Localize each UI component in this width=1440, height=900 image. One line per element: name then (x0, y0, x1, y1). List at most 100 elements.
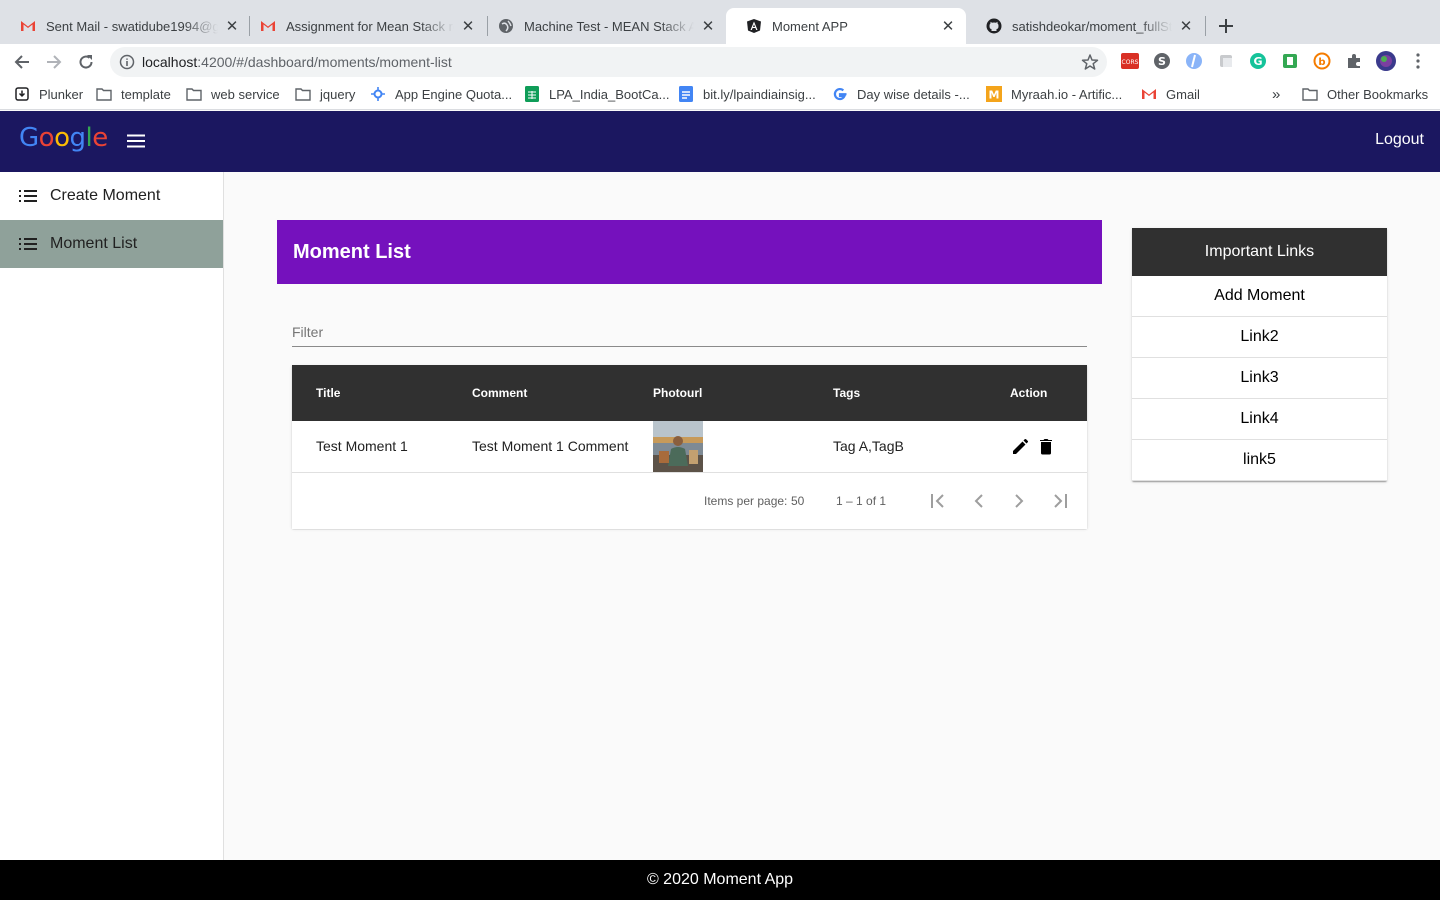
forward-button[interactable] (42, 50, 66, 74)
sheets-icon (524, 86, 540, 102)
items-per-page-label: Items per page: (704, 494, 788, 508)
last-page-icon (1054, 494, 1067, 508)
bookmark-item[interactable]: App Engine Quota... (370, 84, 512, 104)
bookmarks-bar: Plunker template web service jquery App … (0, 78, 1440, 110)
address-bar[interactable]: localhost:4200/#/dashboard/moments/momen… (110, 47, 1107, 77)
new-tab-button[interactable] (1214, 14, 1238, 38)
important-links-card: Important Links Add Moment Link2 Link3 L… (1132, 228, 1387, 481)
angular-icon (746, 18, 762, 34)
close-icon[interactable]: ✕ (700, 18, 716, 35)
column-header-photourl[interactable]: Photourl (653, 386, 702, 400)
extension-icon[interactable] (1185, 52, 1203, 70)
sidebar-item-label: Moment List (50, 235, 138, 252)
google-logo[interactable]: Google (19, 123, 108, 153)
grammarly-icon[interactable]: G (1249, 52, 1267, 70)
kebab-menu-icon[interactable] (1409, 52, 1427, 70)
app-engine-icon (370, 86, 386, 102)
delete-icon[interactable] (1035, 435, 1057, 457)
page-title: Moment List (277, 220, 1102, 284)
items-per-page-select[interactable]: 50 (791, 494, 804, 508)
browser-tab-active[interactable]: Moment APP ✕ (726, 8, 966, 44)
close-icon[interactable]: ✕ (460, 18, 476, 35)
first-page-button[interactable] (927, 489, 951, 513)
google-icon (832, 86, 848, 102)
gmail-icon (20, 18, 36, 34)
sidebar-item-create-moment[interactable]: Create Moment (0, 172, 223, 220)
last-page-button[interactable] (1047, 489, 1071, 513)
docs-icon (678, 86, 694, 102)
svg-text:b: b (1318, 57, 1325, 68)
reload-button[interactable] (74, 50, 98, 74)
bookmark-folder[interactable]: jquery (295, 84, 355, 104)
browser-tab-strip: Sent Mail - swatidube1994@gmail.com ✕ As… (0, 0, 1440, 44)
bookmark-item[interactable]: Day wise details -... (832, 84, 970, 104)
table-row: Test Moment 1 Test Moment 1 Comment Tag … (292, 421, 1087, 473)
folder-icon (1302, 86, 1318, 102)
globe-icon (498, 18, 514, 34)
footer: © 2020 Moment App (0, 860, 1440, 900)
bookmarks-overflow-button[interactable]: » (1272, 84, 1280, 104)
browser-tab[interactable]: Assignment for Mean Stack role ✕ (240, 8, 486, 44)
bookmark-item[interactable]: Plunker (14, 84, 83, 104)
browser-tab[interactable]: satishdeokar/moment_fullStack ✕ (966, 8, 1204, 44)
thumbnail-image (653, 421, 703, 472)
bookmark-item[interactable]: LPA_India_BootCa... (524, 84, 669, 104)
folder-icon (295, 86, 311, 102)
column-header-title[interactable]: Title (316, 386, 340, 400)
edit-icon[interactable] (1010, 435, 1032, 457)
back-button[interactable] (10, 50, 34, 74)
cors-extension-icon[interactable]: CORS (1121, 52, 1139, 70)
next-page-button[interactable] (1007, 489, 1031, 513)
reload-icon (79, 55, 93, 69)
close-icon[interactable]: ✕ (1178, 18, 1194, 35)
gmail-icon (1141, 86, 1157, 102)
link-4[interactable]: Link4 (1132, 399, 1387, 440)
sidebar-item-label: Create Moment (50, 187, 161, 204)
extension-icon[interactable] (1281, 52, 1299, 70)
column-header-comment[interactable]: Comment (472, 386, 527, 400)
svg-text:CORS: CORS (1122, 59, 1139, 66)
link-3[interactable]: Link3 (1132, 358, 1387, 399)
menu-button[interactable] (124, 129, 148, 153)
skype-icon[interactable]: S (1153, 52, 1171, 70)
table-header: Title Comment Photourl Tags Action (292, 365, 1087, 421)
avatar[interactable] (1376, 51, 1396, 71)
link-2[interactable]: Link2 (1132, 317, 1387, 358)
folder-icon (96, 86, 112, 102)
hamburger-icon (127, 134, 145, 148)
close-icon[interactable]: ✕ (940, 18, 956, 35)
filter-field[interactable] (292, 320, 1087, 347)
info-icon[interactable] (119, 54, 135, 70)
bookmark-item[interactable]: bit.ly/lpaindiainsig... (678, 84, 816, 104)
browser-tab[interactable]: Machine Test - MEAN Stack Assignment ✕ (478, 8, 726, 44)
plunker-icon (14, 86, 30, 102)
bookmark-folder[interactable]: web service (186, 84, 280, 104)
puzzle-icon[interactable] (1345, 52, 1363, 70)
logout-button[interactable]: Logout (1375, 131, 1424, 149)
svg-text:S: S (1158, 55, 1166, 68)
arrow-right-icon (47, 55, 62, 69)
list-icon (18, 186, 38, 206)
column-header-tags[interactable]: Tags (833, 386, 860, 400)
sidebar: Create Moment Moment List (0, 172, 224, 860)
browser-tab[interactable]: Sent Mail - swatidube1994@gmail.com ✕ (0, 8, 250, 44)
cell-tags: Tag A,TagB (833, 438, 904, 454)
star-icon[interactable] (1081, 53, 1099, 71)
bookmark-item[interactable]: Gmail (1141, 84, 1200, 104)
filter-input[interactable] (292, 320, 1087, 340)
extension-icon[interactable]: b (1313, 52, 1331, 70)
link-add-moment[interactable]: Add Moment (1132, 276, 1387, 317)
svg-text:G: G (1253, 55, 1262, 68)
svg-text:M: M (989, 89, 1000, 102)
previous-page-button[interactable] (967, 489, 991, 513)
arrow-left-icon (14, 55, 29, 69)
bookmark-folder[interactable]: template (96, 84, 171, 104)
other-bookmarks-folder[interactable]: Other Bookmarks (1302, 84, 1428, 104)
close-icon[interactable]: ✕ (224, 18, 240, 35)
link-5[interactable]: link5 (1132, 440, 1387, 481)
extension-icon[interactable] (1217, 52, 1235, 70)
folder-icon (186, 86, 202, 102)
bookmark-item[interactable]: M Myraah.io - Artific... (986, 84, 1122, 104)
cell-title: Test Moment 1 (316, 438, 408, 454)
sidebar-item-moment-list[interactable]: Moment List (0, 220, 223, 268)
